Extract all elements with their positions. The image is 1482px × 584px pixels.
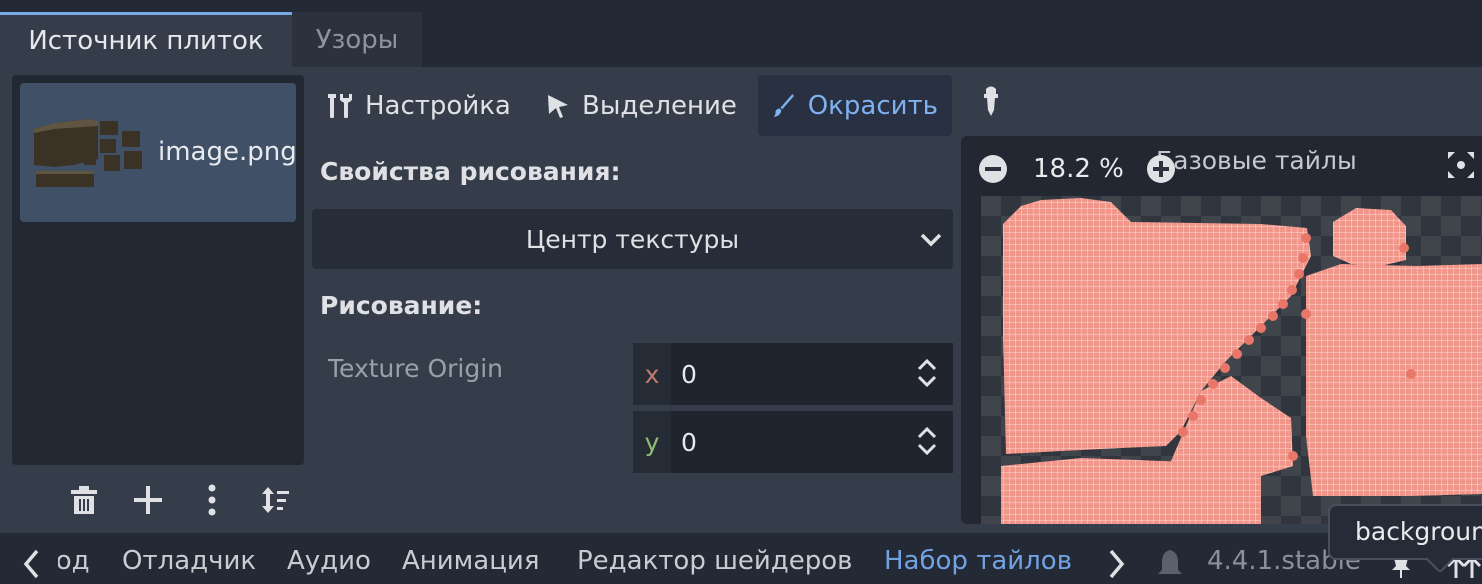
tab-animation[interactable]: Анимация xyxy=(402,546,539,576)
tab-shader-editor[interactable]: Редактор шейдеров xyxy=(577,546,853,576)
tooltip-arrow-icon xyxy=(1426,558,1454,572)
atlas-canvas[interactable] xyxy=(961,136,1482,524)
texture-origin-label: Texture Origin xyxy=(328,354,504,383)
paint-mode-label: Окрасить xyxy=(807,90,938,121)
paint-property-select[interactable]: Центр текстуры xyxy=(312,209,953,269)
atlas-viewport[interactable] xyxy=(961,136,1482,524)
eyedropper-icon xyxy=(984,86,998,116)
texture-origin-y-field[interactable]: y 0 xyxy=(633,411,953,473)
paint-property-value: Центр текстуры xyxy=(525,224,740,254)
paint-properties-title: Свойства рисования: xyxy=(320,157,621,186)
setup-mode-button[interactable]: Настройка xyxy=(327,75,511,136)
sort-icon xyxy=(262,487,289,513)
scroll-right-button[interactable] xyxy=(1106,548,1126,580)
source-thumbnail xyxy=(34,119,142,187)
zoom-in-button[interactable] xyxy=(1146,154,1176,184)
wrench-icon xyxy=(328,93,352,118)
center-view-icon xyxy=(1448,152,1474,178)
kebab-menu-icon xyxy=(208,484,216,516)
tooltip: background xyxy=(1328,504,1482,560)
chevron-right-icon xyxy=(1109,549,1125,579)
x-value: 0 xyxy=(681,359,697,389)
tooltip-text: background xyxy=(1355,517,1482,546)
chevron-left-icon xyxy=(23,549,39,579)
tab-patterns[interactable]: Узоры xyxy=(292,12,422,67)
source-item-label: image.png xyxy=(158,137,297,167)
tab-tile-sources[interactable]: Источник плиток xyxy=(0,12,292,67)
tab-tileset[interactable]: Набор тайлов xyxy=(884,546,1072,576)
select-mode-button[interactable]: Выделение xyxy=(546,75,737,136)
plus-icon xyxy=(134,486,162,514)
more-options-button[interactable] xyxy=(194,480,230,520)
tab-audio[interactable]: Аудио xyxy=(287,546,371,576)
brush-icon xyxy=(773,93,795,117)
picker-button[interactable] xyxy=(978,86,1004,120)
bell-icon xyxy=(1158,550,1182,574)
zoom-level: 18.2 % xyxy=(1033,154,1124,184)
chevron-down-icon xyxy=(920,233,942,247)
spin-arrows-icon[interactable] xyxy=(917,425,937,457)
painting-section-title: Рисование: xyxy=(320,291,483,320)
trash-icon xyxy=(71,486,97,514)
y-value: 0 xyxy=(681,427,697,457)
add-source-button[interactable] xyxy=(130,480,166,520)
notification-button[interactable] xyxy=(1158,548,1182,578)
x-axis-label: x xyxy=(633,343,671,405)
tab-tile-sources-label: Источник плиток xyxy=(28,26,264,56)
center-view-button[interactable] xyxy=(1446,150,1476,180)
spin-arrows-icon[interactable] xyxy=(917,357,937,389)
select-mode-label: Выделение xyxy=(582,90,737,121)
scroll-left-button[interactable] xyxy=(22,548,42,580)
paint-mode-button[interactable]: Окрасить xyxy=(758,75,952,136)
tab-output-label: Вывод xyxy=(58,546,90,576)
zoom-in-icon xyxy=(1147,155,1175,183)
atlas-title: Базовые тайлы xyxy=(1156,146,1357,175)
delete-source-button[interactable] xyxy=(66,480,102,520)
sort-sources-button[interactable] xyxy=(258,480,294,520)
tab-output[interactable]: Вывод xyxy=(58,540,92,584)
setup-mode-label: Настройка xyxy=(365,90,511,121)
texture-origin-x-field[interactable]: x 0 xyxy=(633,343,953,405)
zoom-out-button[interactable] xyxy=(978,154,1008,184)
pointer-icon xyxy=(548,94,568,118)
tab-debugger[interactable]: Отладчик xyxy=(122,546,256,576)
zoom-out-icon xyxy=(979,155,1007,183)
y-axis-label: y xyxy=(633,411,671,473)
tab-patterns-label: Узоры xyxy=(315,24,399,55)
